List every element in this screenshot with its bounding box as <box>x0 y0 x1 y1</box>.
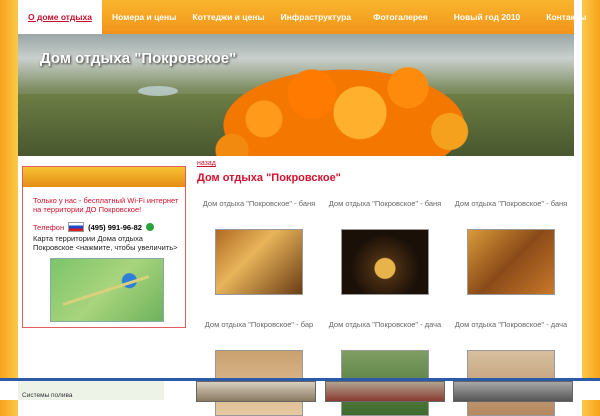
phone-label: Телефон <box>33 222 65 232</box>
page-title: Дом отдыха "Покровское" <box>197 172 341 184</box>
gallery-caption: Дом отдыха "Покровское" - баня <box>328 199 442 208</box>
back-link[interactable]: назад <box>197 160 216 167</box>
gallery-caption: Дом отдыха "Покровское" - бар <box>204 320 314 329</box>
map-road <box>62 275 150 306</box>
banner-title: Дом отдыха "Покровское" <box>40 50 237 67</box>
bottom-ad-thumbnail[interactable] <box>453 381 573 402</box>
gallery-caption: Дом отдыха "Покровское" - баня <box>202 199 316 208</box>
gallery-thumbnail[interactable] <box>215 229 303 295</box>
sidebar-info-box: Только у нас - бесплатный Wi-Fi интернет… <box>22 166 186 328</box>
bottom-ad-thumbnail[interactable] <box>196 381 316 402</box>
nav-item-new-year[interactable]: Новый год 2010 <box>442 0 533 34</box>
nav-item-rooms[interactable]: Номера и цены <box>104 0 184 34</box>
nav-item-infrastructure[interactable]: Инфраструктура <box>273 0 359 34</box>
nav-item-cottages[interactable]: Коттеджи и цены <box>184 0 272 34</box>
gallery-caption: Дом отдыха "Покровское" - дача <box>328 320 442 329</box>
bottom-ad-thumbnail[interactable] <box>325 381 445 402</box>
russia-flag-icon <box>68 222 85 232</box>
sidebar-box-header <box>23 167 185 187</box>
gallery-caption: Дом отдыха "Покровское" - баня <box>454 199 568 208</box>
nav-item-photo-gallery[interactable]: Фотогалерея <box>359 0 442 34</box>
phone-icon <box>145 223 154 231</box>
gallery-thumbnail[interactable] <box>341 229 429 295</box>
nav-item-contacts[interactable]: Контакты <box>532 0 600 34</box>
wifi-promo-text: Только у нас - бесплатный Wi-Fi интернет… <box>33 196 179 214</box>
top-navigation: О доме отдыха Номера и цены Коттеджи и ц… <box>18 0 586 34</box>
gallery-item-sauna-1[interactable]: Дом отдыха "Покровское" - баня <box>199 199 319 295</box>
phone-row: Телефон (495) 991-96-82 <box>23 214 185 232</box>
map-caption-link[interactable]: Карта территории Дома отдыха Покровское … <box>23 232 185 252</box>
bottom-ad-label[interactable]: Системы полива <box>22 392 72 399</box>
gallery-item-sauna-3[interactable]: Дом отдыха "Покровское" - баня <box>451 199 571 295</box>
gallery-caption: Дом отдыха "Покровское" - дача <box>454 320 568 329</box>
nav-item-about[interactable]: О доме отдыха <box>18 0 102 34</box>
territory-map-image[interactable] <box>50 258 164 322</box>
header-banner: Дом отдыха "Покровское" <box>18 34 574 156</box>
gallery-item-sauna-2[interactable]: Дом отдыха "Покровское" - баня <box>325 199 445 295</box>
phone-number: (495) 991-96-82 <box>88 222 142 232</box>
gallery-thumbnail[interactable] <box>467 229 555 295</box>
